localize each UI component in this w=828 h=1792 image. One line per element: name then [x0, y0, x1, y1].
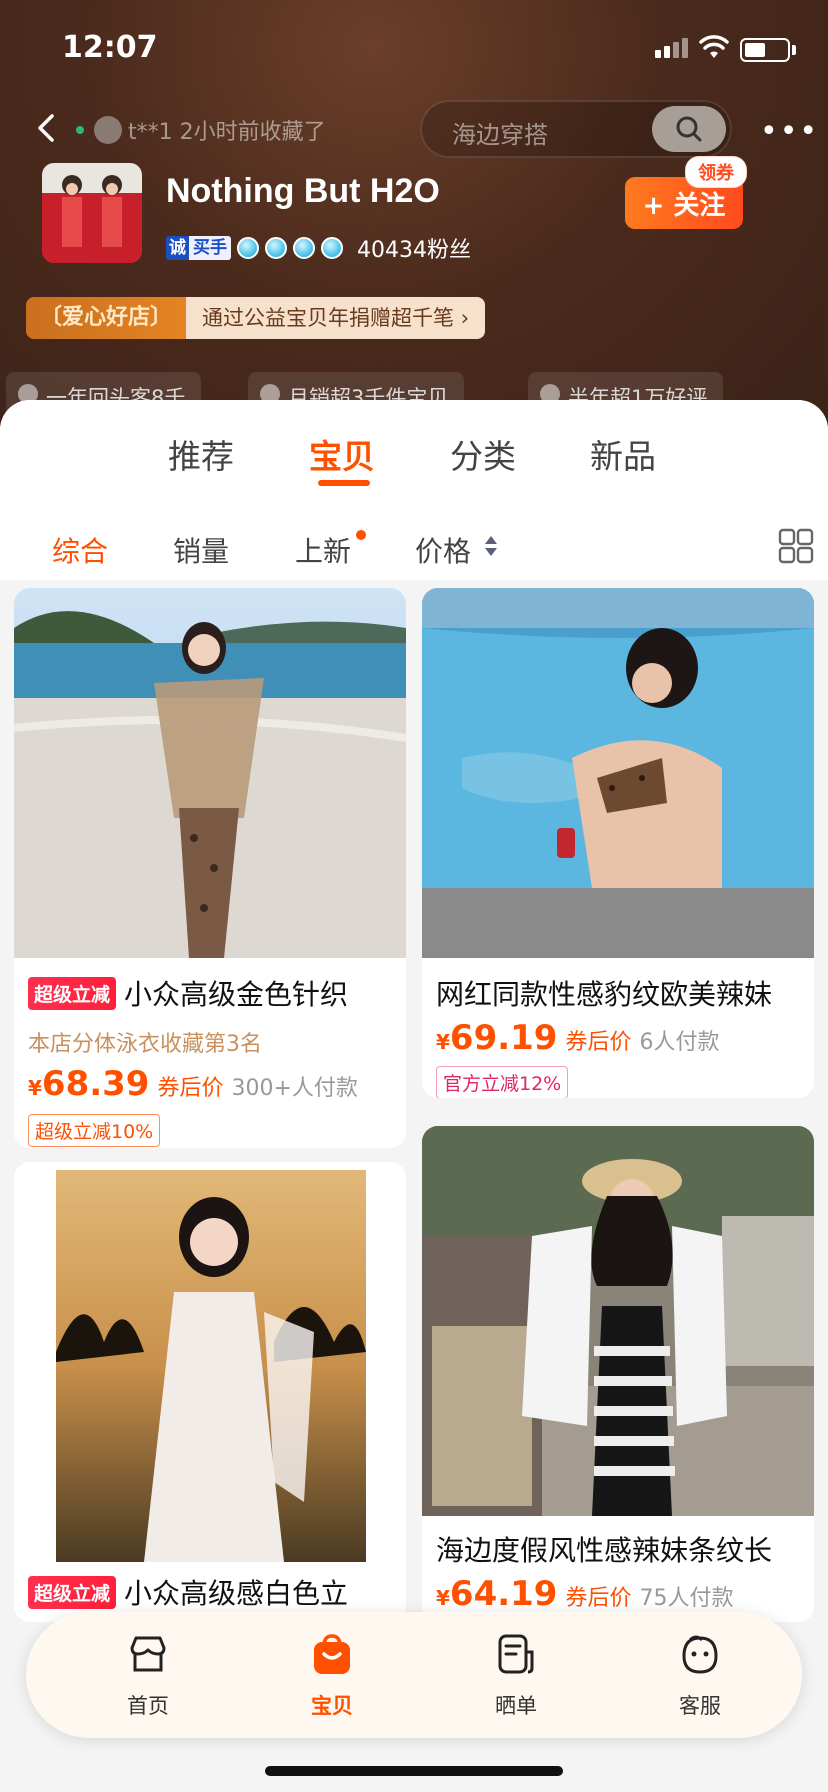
home-indicator: [265, 1766, 563, 1776]
product-card[interactable]: 网红同款性感豹纹欧美辣妹 ¥ 69.19 券后价 6人付款 官方立减12%: [422, 588, 814, 1098]
status-time: 12:07: [62, 30, 158, 65]
sort-newest[interactable]: 上新: [295, 530, 351, 570]
nav-reviews[interactable]: 晒单: [456, 1630, 576, 1720]
activity-ticker: t**1 2小时前收藏了: [76, 114, 326, 146]
buyer-label: 买手: [189, 236, 231, 260]
promo-badge: 官方立减12%: [436, 1066, 569, 1098]
product-title: 海边度假风性感辣妹条纹长: [436, 1534, 773, 1567]
tab-new[interactable]: 新品: [590, 430, 656, 478]
search-button[interactable]: [652, 106, 726, 152]
nav-home-label: 首页: [127, 1694, 169, 1718]
product-title: 网红同款性感豹纹欧美辣妹: [436, 978, 773, 1011]
product-price: 64.19: [449, 1574, 558, 1614]
price-row: ¥ 68.39 券后价 300+人付款: [28, 1064, 358, 1104]
product-image: [422, 588, 814, 958]
product-image: [14, 588, 406, 958]
after-coupon-label: 券后价: [157, 1076, 224, 1101]
promo-badge: 超级立减10%: [28, 1114, 161, 1147]
ticker-text: t**1 2小时前收藏了: [128, 120, 326, 145]
grid-view-icon[interactable]: [778, 528, 814, 564]
sort-overall[interactable]: 综合: [52, 530, 108, 570]
top-nav: t**1 2小时前收藏了 海边穿搭 •••: [0, 100, 828, 158]
crown-icon: [237, 237, 259, 259]
buyer-count: 75人付款: [639, 1586, 734, 1611]
cheng-label: 诚: [166, 236, 189, 260]
search-icon: [676, 116, 702, 142]
visitor-avatar: [94, 116, 122, 144]
tab-categories[interactable]: 分类: [450, 430, 516, 478]
nav-customer-service-label: 客服: [679, 1694, 721, 1718]
price-row: ¥ 69.19 券后价 6人付款: [436, 1018, 719, 1058]
tab-recommend[interactable]: 推荐: [168, 430, 234, 478]
product-card[interactable]: 超级立减 小众高级感白色立: [14, 1162, 406, 1622]
nav-products[interactable]: 宝贝: [272, 1630, 392, 1720]
customer-service-icon: [682, 1635, 718, 1674]
active-tab-indicator: [318, 480, 370, 486]
crown-icon: [321, 237, 343, 259]
product-image: [422, 1126, 814, 1516]
tab-products[interactable]: 宝贝: [309, 430, 375, 478]
product-title-row: 海边度假风性感辣妹条纹长: [436, 1529, 772, 1569]
sort-sales[interactable]: 销量: [173, 530, 229, 570]
product-title: 小众高级金色针织: [124, 978, 349, 1011]
new-indicator-dot: [356, 530, 366, 540]
battery-icon: [740, 38, 790, 62]
shop-search-input[interactable]: 海边穿搭: [420, 100, 732, 158]
buyer-count: 6人付款: [639, 1030, 720, 1055]
cheng-buyer-badge: 诚 买手: [166, 236, 231, 260]
tabs-area: 推荐 宝贝 分类 新品 综合 销量 上新 价格: [0, 400, 828, 580]
search-placeholder: 海边穿搭: [452, 121, 548, 149]
product-rank: 本店分体泳衣收藏第3名: [28, 1032, 262, 1057]
product-card[interactable]: 海边度假风性感辣妹条纹长 ¥ 64.19 券后价 75人付款: [422, 1126, 814, 1622]
shop-name: Nothing But H2O: [166, 172, 440, 210]
nav-products-label: 宝贝: [311, 1694, 353, 1718]
shopping-bag-icon: [314, 1634, 350, 1674]
product-title-row: 网红同款性感豹纹欧美辣妹: [436, 973, 772, 1013]
shop-badges: 诚 买手 40434粉丝: [166, 232, 471, 264]
super-discount-tag: 超级立减: [28, 976, 117, 1010]
currency: ¥: [436, 1030, 450, 1054]
sort-price[interactable]: 价格: [415, 530, 471, 570]
sort-arrows-icon: [485, 536, 497, 556]
charity-badge: 〔爱心好店〕: [26, 297, 187, 339]
charity-banner[interactable]: 〔爱心好店〕 通过公益宝贝年捐赠超千笔 ›: [26, 297, 486, 339]
back-icon[interactable]: [28, 108, 68, 148]
cellular-signal-icon: [655, 38, 688, 58]
crown-icon: [265, 237, 287, 259]
currency: ¥: [436, 1586, 450, 1610]
after-coupon-label: 券后价: [565, 1030, 632, 1055]
charity-text: 通过公益宝贝年捐赠超千笔 ›: [186, 297, 486, 339]
price-row: ¥ 64.19 券后价 75人付款: [436, 1574, 733, 1614]
crown-icon: [293, 237, 315, 259]
buyer-count: 300+人付款: [231, 1076, 358, 1101]
status-bar: 12:07: [0, 0, 828, 100]
fans-count: 40434粉丝: [357, 238, 471, 263]
nav-customer-service[interactable]: 客服: [640, 1630, 760, 1720]
product-image: [14, 1162, 406, 1562]
product-title: 小众高级感白色立: [124, 1577, 349, 1610]
product-title-row: 超级立减 小众高级感白色立: [28, 1572, 348, 1612]
product-card[interactable]: 超级立减 小众高级金色针织 本店分体泳衣收藏第3名 ¥ 68.39 券后价 30…: [14, 588, 406, 1148]
after-coupon-label: 券后价: [565, 1586, 632, 1611]
super-discount-tag: 超级立减: [28, 1575, 117, 1609]
notes-icon: [498, 1634, 534, 1674]
bottom-nav: 首页 宝贝 晒单 客服: [26, 1612, 802, 1738]
live-dot: [76, 126, 84, 134]
wifi-icon: [699, 35, 729, 58]
product-price: 69.19: [449, 1018, 558, 1058]
product-price: 68.39: [41, 1064, 150, 1104]
currency: ¥: [28, 1076, 42, 1100]
shop-logo[interactable]: [42, 163, 142, 263]
nav-reviews-label: 晒单: [495, 1694, 537, 1718]
coupon-badge[interactable]: 领券: [685, 156, 747, 188]
more-options-icon[interactable]: •••: [760, 114, 819, 149]
nav-home[interactable]: 首页: [88, 1630, 208, 1720]
battery-tip: [792, 45, 796, 55]
product-title-row: 超级立减 小众高级金色针织: [28, 973, 348, 1013]
storefront-icon: [130, 1636, 166, 1672]
